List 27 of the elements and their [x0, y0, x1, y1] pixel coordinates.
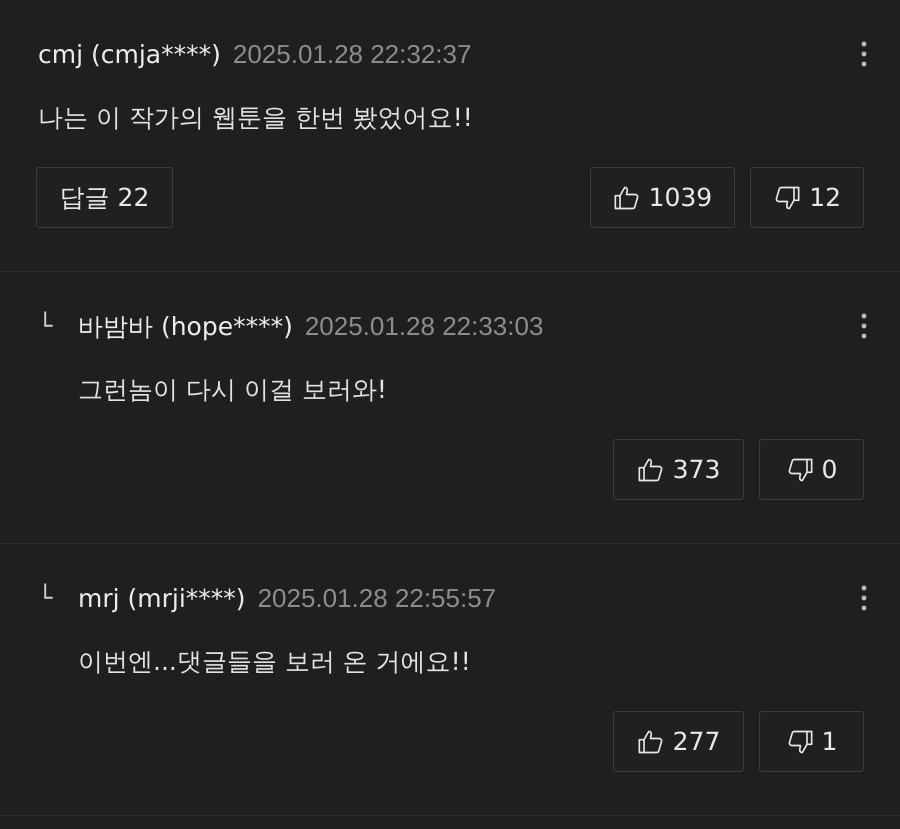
comment-text: 나는 이 작가의 웹툰을 한번 봤었어요!!: [38, 102, 474, 134]
timestamp: 2025.01.28 22:55:57: [258, 582, 496, 614]
dislike-button[interactable]: 12: [750, 167, 864, 228]
dislike-button[interactable]: 1: [759, 711, 864, 772]
dislike-button[interactable]: 0: [759, 439, 864, 500]
author-name: mrj (mrji****): [78, 584, 246, 612]
comment-text: 이번엔...댓글들을 보러 온 거에요!!: [77, 646, 472, 678]
more-options-icon[interactable]: [861, 41, 867, 67]
thumbs-down-icon: [773, 184, 802, 212]
thumbs-up-icon: [612, 184, 641, 212]
thumbs-up-icon: [636, 456, 665, 484]
thumbs-down-icon: [786, 456, 814, 484]
more-options-icon[interactable]: [861, 313, 867, 339]
reply-marker: └: [38, 584, 54, 612]
thumbs-down-icon: [786, 728, 814, 756]
like-button[interactable]: 277: [613, 711, 744, 772]
more-options-icon[interactable]: [861, 585, 867, 611]
comment-text: 그런놈이 다시 이걸 보러와!: [77, 374, 388, 406]
reply-marker: └: [38, 312, 54, 340]
like-button[interactable]: 373: [613, 439, 744, 500]
timestamp: 2025.01.28 22:33:03: [304, 310, 544, 342]
replies-button[interactable]: 답글 22: [36, 167, 173, 228]
thumbs-up-icon: [636, 728, 665, 756]
author-name: cmj (cmja****): [38, 40, 221, 68]
timestamp: 2025.01.28 22:32:37: [232, 38, 472, 70]
author-name: 바밤바 (hope****): [78, 310, 293, 342]
like-button[interactable]: 1039: [590, 167, 736, 228]
